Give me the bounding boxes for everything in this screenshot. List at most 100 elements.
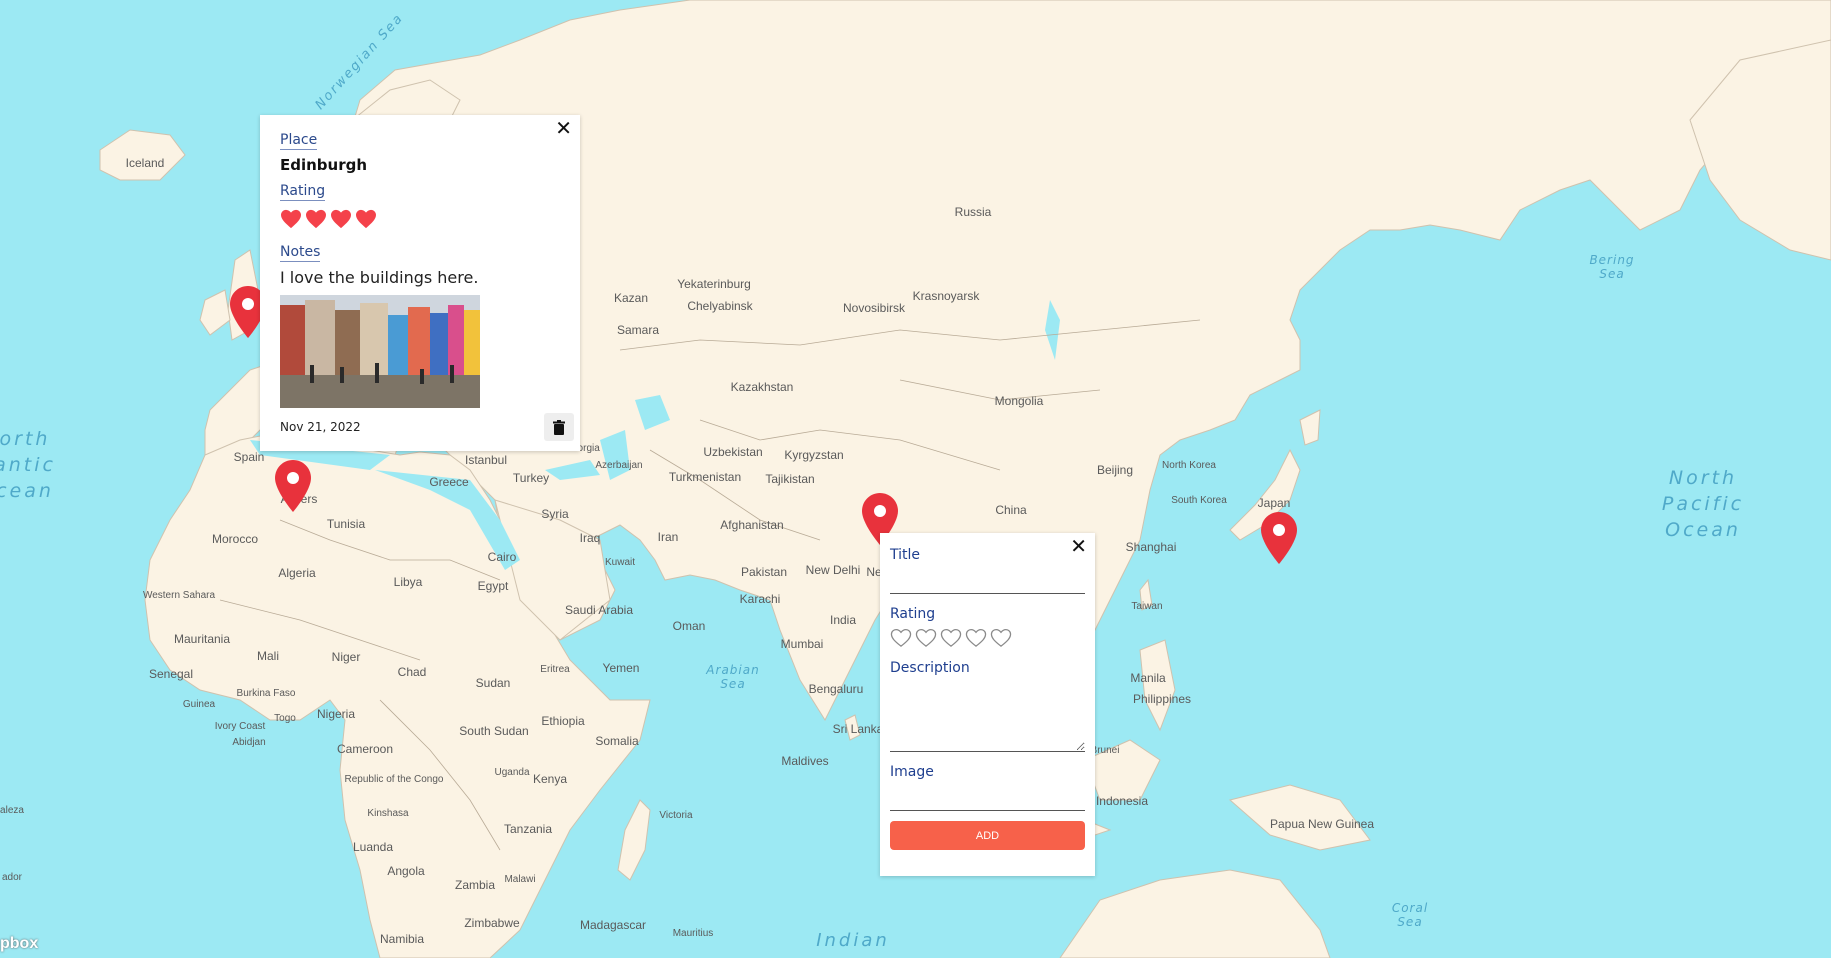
map-label: Philippines (1132, 692, 1192, 706)
notes-label: Notes (280, 244, 321, 262)
close-popup-button[interactable]: ✕ (555, 117, 572, 139)
ocean-label: North Pacific Ocean (1661, 467, 1745, 541)
map-label: Istanbul (464, 453, 508, 467)
map-label: Afghanistan (720, 518, 784, 532)
ocean-label: orth antic cean (0, 428, 56, 502)
map-label: Chelyabinsk (687, 299, 753, 313)
map-label: Novosibirsk (842, 301, 906, 315)
map-label: Iran (657, 530, 679, 544)
ocean-label: Indian (816, 930, 890, 951)
map-label: Samara (616, 323, 660, 337)
heart-empty-icon[interactable] (890, 628, 912, 648)
map-label: New Delhi (805, 563, 861, 577)
map-label: North Korea (1162, 460, 1216, 471)
map-label: Maldives (781, 754, 829, 768)
map-label: Japan (1257, 496, 1291, 510)
map-label: Madagascar (579, 918, 647, 932)
title-input[interactable] (890, 569, 1085, 594)
map-label: Malawi (504, 874, 536, 885)
map-label: Zimbabwe (464, 916, 520, 930)
map-label: Libya (393, 575, 423, 589)
rating-hearts (280, 209, 560, 229)
title-label: Title (890, 547, 921, 563)
map-label: Manila (1130, 671, 1166, 685)
map-label: Bengaluru (808, 682, 864, 696)
map-label: South Sudan (459, 724, 529, 738)
map-label: India (829, 613, 857, 627)
map-label: Spain (233, 450, 265, 464)
map-label: Egypt (477, 579, 509, 593)
image-input[interactable] (890, 786, 1085, 811)
map-label: Togo (274, 713, 296, 724)
map-label: Ivory Coast (214, 721, 266, 732)
rating-selector[interactable] (890, 628, 1085, 648)
map-label: Kazan (613, 291, 649, 305)
map-label: Beijing (1096, 463, 1134, 477)
map-label: Uzbekistan (703, 445, 763, 459)
map-label: Yekaterinburg (677, 277, 751, 291)
map-label: Eritrea (540, 664, 570, 675)
map-label: Tajikistan (765, 472, 815, 486)
map-marker[interactable] (275, 460, 311, 512)
heart-empty-icon[interactable] (915, 628, 937, 648)
map-label: Yemen (602, 661, 640, 675)
map-label: Indonesia (1095, 794, 1149, 808)
map-label: Senegal (148, 667, 194, 681)
map-label: Luanda (352, 840, 394, 854)
ocean-label: Bering Sea (1589, 253, 1635, 281)
ocean-label: Arabian Sea (706, 663, 760, 691)
map-label: Kuwait (604, 557, 636, 568)
trash-icon (553, 419, 565, 435)
map-label: Algeria (278, 566, 316, 580)
map-attribution[interactable]: pbox (0, 935, 38, 953)
heart-empty-icon[interactable] (990, 628, 1012, 648)
map-label: Sri Lanka (832, 722, 884, 736)
description-textarea[interactable] (890, 682, 1085, 752)
heart-empty-icon[interactable] (965, 628, 987, 648)
description-label: Description (890, 660, 970, 676)
map-label: Western Sahara (142, 590, 216, 601)
map-marker[interactable] (1261, 512, 1297, 564)
heart-filled-icon (355, 209, 377, 229)
map-label: Mali (256, 649, 280, 663)
map-label: Nigeria (316, 707, 356, 721)
visit-date: Nov 21, 2022 (280, 420, 361, 434)
place-label: Place (280, 132, 318, 150)
image-label: Image (890, 764, 934, 780)
close-form-button[interactable]: ✕ (1070, 535, 1087, 557)
notes-text: I love the buildings here. (280, 268, 479, 287)
map-label: Guinea (182, 699, 216, 710)
map-label: Namibia (379, 932, 425, 946)
heart-filled-icon (305, 209, 327, 229)
map-label: Krasnoyarsk (912, 289, 980, 303)
rating-label: Rating (890, 606, 936, 622)
map-label: Ethiopia (541, 714, 585, 728)
add-button[interactable]: ADD (890, 821, 1085, 850)
map-label: China (995, 503, 1027, 517)
ocean-label: Coral Sea (1391, 901, 1429, 929)
map-label: Chad (397, 665, 427, 679)
map-label: Karachi (739, 592, 781, 606)
map-label: Greece (429, 475, 469, 489)
map-label: Saudi Arabia (564, 603, 634, 617)
map-label: Sudan (475, 676, 511, 690)
rating-label: Rating (280, 183, 326, 201)
map-label: Iceland (125, 156, 165, 170)
map-label: ador (1, 872, 23, 883)
map-label: Zambia (454, 878, 496, 892)
map-label: Iraq (579, 531, 601, 545)
map-label: Kyrgyzstan (784, 448, 844, 462)
map-label: aleza (0, 805, 24, 816)
map-label: Republic of the Congo (344, 774, 444, 785)
map-label: Niger (331, 650, 361, 664)
map-label: Tunisia (326, 517, 366, 531)
map-label: Cameroon (336, 742, 394, 756)
map-label: South Korea (1171, 495, 1227, 506)
map-label: Angola (387, 864, 425, 878)
place-popup: ✕ Place Edinburgh Rating Notes I love th… (260, 115, 580, 451)
map-label: Turkey (512, 471, 550, 485)
map-label: Victoria (659, 810, 693, 821)
heart-empty-icon[interactable] (940, 628, 962, 648)
delete-button[interactable] (544, 413, 574, 441)
map-label: Abidjan (232, 737, 266, 748)
